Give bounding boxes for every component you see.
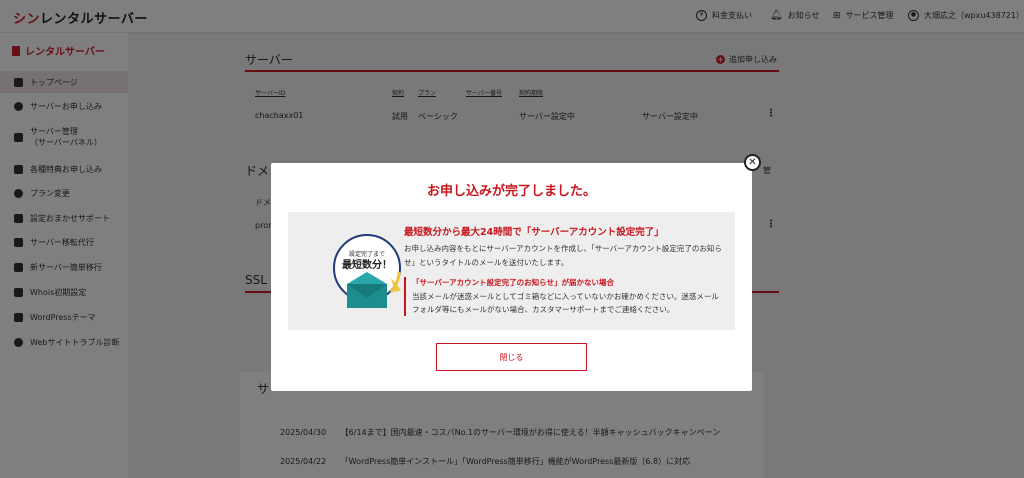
close-icon[interactable]: ✕ bbox=[744, 154, 761, 171]
info-box: 設定完了まで 最短数分！ 最短数分から最大24時間で「サーバーアカウント設定完了… bbox=[288, 212, 735, 330]
warning-block: 「サーバーアカウント設定完了のお知らせ」が届かない場合 当該メールが迷惑メールと… bbox=[404, 277, 724, 316]
close-button[interactable]: 閉じる bbox=[436, 343, 587, 371]
info-heading: 最短数分から最大24時間で「サーバーアカウント設定完了」 bbox=[404, 227, 664, 238]
completion-modal: お申し込みが完了しました。 設定完了まで 最短数分！ 最短数分から最大24時間で… bbox=[271, 163, 752, 391]
info-body: お申し込み内容をもとにサーバーアカウントを作成し、「サーバーアカウント設定完了の… bbox=[404, 244, 722, 267]
modal-title: お申し込みが完了しました。 bbox=[426, 184, 596, 199]
envelope-badge-icon: 設定完了まで 最短数分！ bbox=[333, 234, 401, 308]
badge-big-text: 最短数分！ bbox=[342, 258, 392, 271]
badge-small-text: 設定完了まで bbox=[349, 250, 385, 258]
warning-heading: 「サーバーアカウント設定完了のお知らせ」が届かない場合 bbox=[412, 278, 614, 287]
warning-body: 当該メールが迷惑メールとしてゴミ箱などに入っていないかお確かめください。迷惑メー… bbox=[412, 292, 719, 314]
